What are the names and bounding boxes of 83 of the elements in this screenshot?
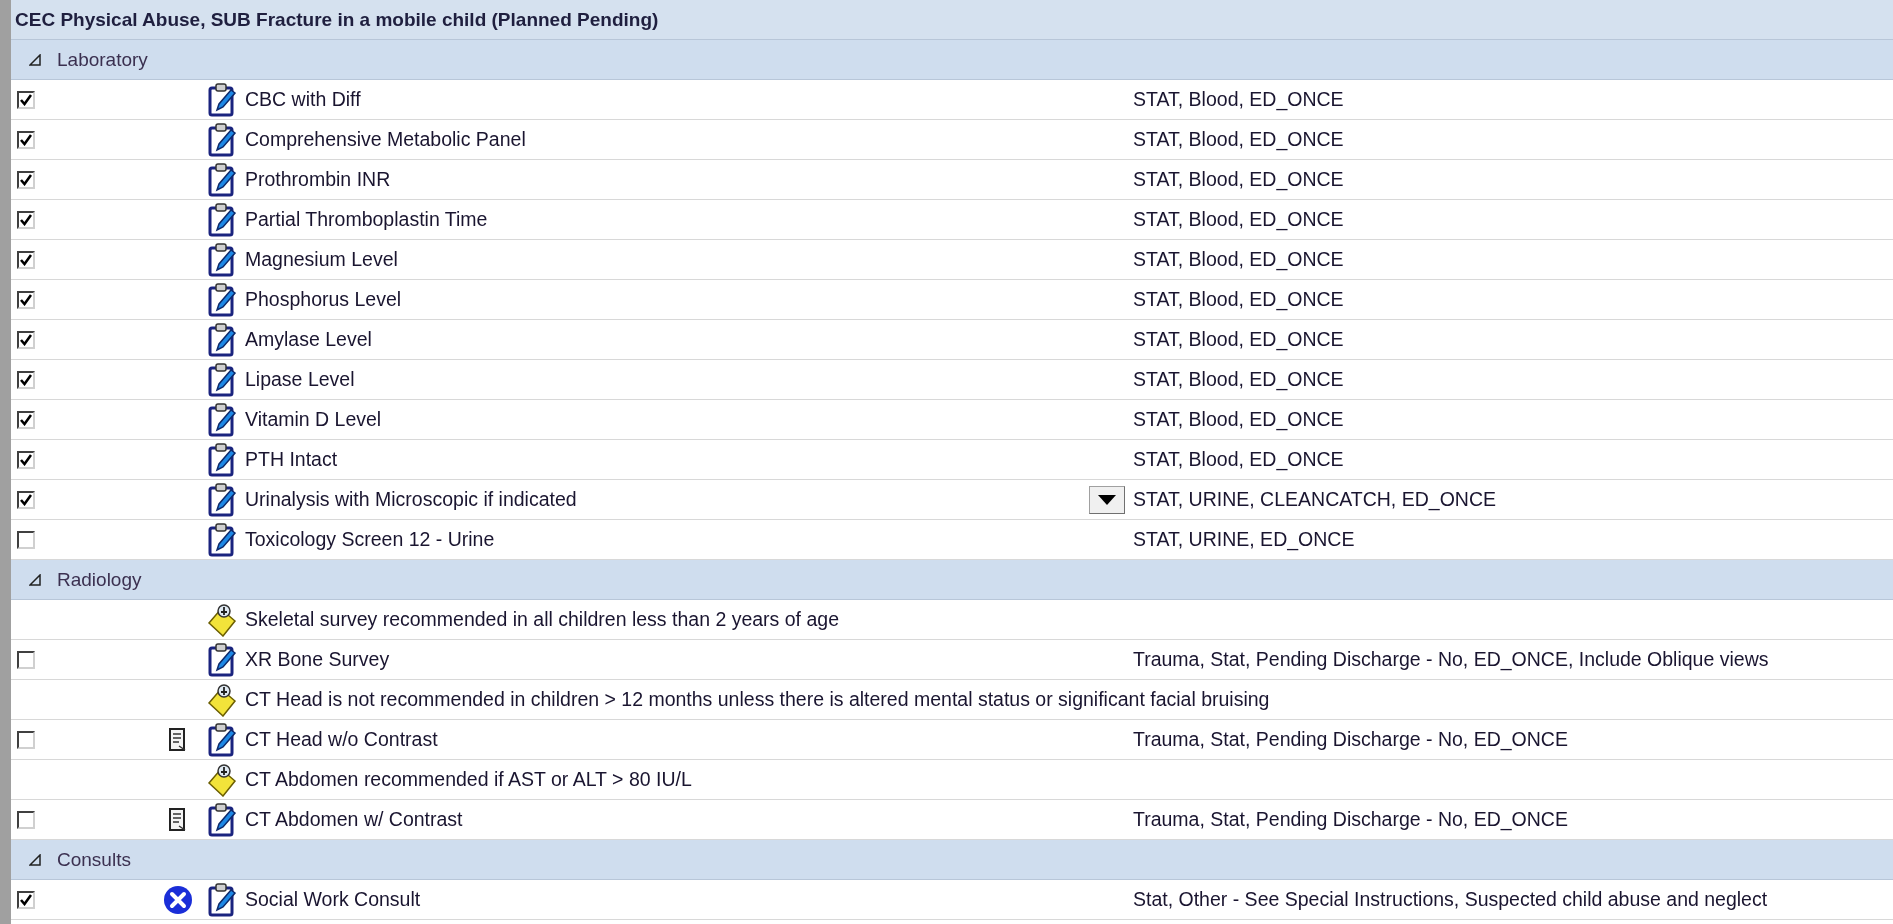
order-name: PTH Intact	[245, 448, 338, 471]
sticky-note-icon	[207, 762, 237, 797]
clipboard-pencil-icon[interactable]	[207, 442, 237, 477]
order-details: STAT, Blood, ED_ONCE	[1133, 248, 1344, 271]
order-details: Trauma, Stat, Pending Discharge - No, ED_ONCE, Include Oblique views	[1133, 648, 1769, 671]
order-details: STAT, URINE, CLEANCATCH, ED_ONCE	[1133, 488, 1496, 511]
sticky-note-icon	[207, 682, 237, 717]
order-details: STAT, Blood, ED_ONCE	[1133, 208, 1344, 231]
guidance-note: Skeletal survey recommended in all children less than 2 years of age	[245, 608, 839, 631]
checkbox[interactable]	[17, 370, 35, 389]
dropdown-button[interactable]	[1089, 485, 1125, 514]
clipboard-pencil-icon[interactable]	[207, 882, 237, 917]
guidance-note: CT Abdomen recommended if AST or ALT > 80 IU/L	[245, 768, 692, 791]
order-details: STAT, Blood, ED_ONCE	[1133, 88, 1344, 111]
clipboard-pencil-icon[interactable]	[207, 722, 237, 757]
clipboard-pencil-icon[interactable]	[207, 122, 237, 157]
order-details: STAT, Blood, ED_ONCE	[1133, 368, 1344, 391]
collapse-triangle-icon[interactable]	[29, 53, 41, 66]
collapse-triangle-icon[interactable]	[29, 853, 41, 866]
order-details: STAT, Blood, ED_ONCE	[1133, 168, 1344, 191]
order-name: Urinalysis with Microscopic if indicated	[245, 488, 577, 511]
order-details: STAT, Blood, ED_ONCE	[1133, 448, 1344, 471]
guidance-note: CT Head is not recommended in children > 12 months unless there is altered mental status or significant facial bruising	[245, 688, 1270, 711]
checkbox[interactable]	[17, 490, 35, 509]
order-name: Magnesium Level	[245, 248, 398, 271]
clipboard-pencil-icon[interactable]	[207, 402, 237, 437]
checkbox[interactable]	[17, 170, 35, 189]
clipboard-pencil-icon[interactable]	[207, 482, 237, 517]
order-details: STAT, Blood, ED_ONCE	[1133, 408, 1344, 431]
clipboard-pencil-icon[interactable]	[207, 282, 237, 317]
checkbox[interactable]	[17, 890, 35, 909]
checkbox[interactable]	[17, 450, 35, 469]
checkbox[interactable]	[17, 210, 35, 229]
section-header[interactable]: Radiology	[11, 560, 1893, 600]
clipboard-pencil-icon[interactable]	[207, 82, 237, 117]
order-details: Trauma, Stat, Pending Discharge - No, ED_ONCE	[1133, 808, 1568, 831]
caret-icon	[1098, 494, 1116, 505]
order-name: XR Bone Survey	[245, 648, 390, 671]
section-header[interactable]: Laboratory	[11, 40, 1893, 80]
order-name: CT Head w/o Contrast	[245, 728, 438, 751]
section-label: Consults	[57, 848, 131, 871]
order-details: STAT, Blood, ED_ONCE	[1133, 288, 1344, 311]
checkbox[interactable]	[17, 530, 35, 549]
clipboard-pencil-icon[interactable]	[207, 522, 237, 557]
clipboard-pencil-icon[interactable]	[207, 322, 237, 357]
checkbox[interactable]	[17, 290, 35, 309]
checkbox[interactable]	[17, 410, 35, 429]
clipboard-pencil-icon[interactable]	[207, 802, 237, 837]
checkbox[interactable]	[17, 90, 35, 109]
clipboard-pencil-icon[interactable]	[207, 642, 237, 677]
order-name: Comprehensive Metabolic Panel	[245, 128, 526, 151]
order-name: Toxicology Screen 12 - Urine	[245, 528, 495, 551]
order-name: Prothrombin INR	[245, 168, 391, 191]
collapse-triangle-icon[interactable]	[29, 573, 41, 586]
checkbox[interactable]	[17, 730, 35, 749]
order-name: Social Work Consult	[245, 888, 421, 911]
cancel-icon[interactable]	[163, 884, 193, 915]
section-header[interactable]: Consults	[11, 840, 1893, 880]
checkbox[interactable]	[17, 650, 35, 669]
order-details: STAT, Blood, ED_ONCE	[1133, 328, 1344, 351]
order-name: Phosphorus Level	[245, 288, 402, 311]
checkbox[interactable]	[17, 810, 35, 829]
panel-title: CEC Physical Abuse, SUB Fracture in a mobile child (Planned Pending)	[11, 0, 1893, 40]
section-label: Radiology	[57, 568, 142, 591]
order-name: Partial Thromboplastin Time	[245, 208, 488, 231]
order-name: Lipase Level	[245, 368, 355, 391]
checkbox[interactable]	[17, 130, 35, 149]
clipboard-pencil-icon[interactable]	[207, 162, 237, 197]
order-name: Vitamin D Level	[245, 408, 382, 431]
clipboard-pencil-icon[interactable]	[207, 362, 237, 397]
sticky-note-icon	[207, 602, 237, 637]
clipboard-pencil-icon[interactable]	[207, 202, 237, 237]
order-details: STAT, Blood, ED_ONCE	[1133, 128, 1344, 151]
section-label: Laboratory	[57, 48, 148, 71]
checkbox[interactable]	[17, 250, 35, 269]
order-details: Trauma, Stat, Pending Discharge - No, ED_ONCE	[1133, 728, 1568, 751]
order-name: CT Abdomen w/ Contrast	[245, 808, 463, 831]
order-name: Amylase Level	[245, 328, 372, 351]
order-name: CBC with Diff	[245, 88, 361, 111]
checkbox[interactable]	[17, 330, 35, 349]
clipboard-pencil-icon[interactable]	[207, 242, 237, 277]
order-details: STAT, URINE, ED_ONCE	[1133, 528, 1355, 551]
order-details: Stat, Other - See Special Instructions, Suspected child abuse and neglect	[1133, 888, 1768, 911]
